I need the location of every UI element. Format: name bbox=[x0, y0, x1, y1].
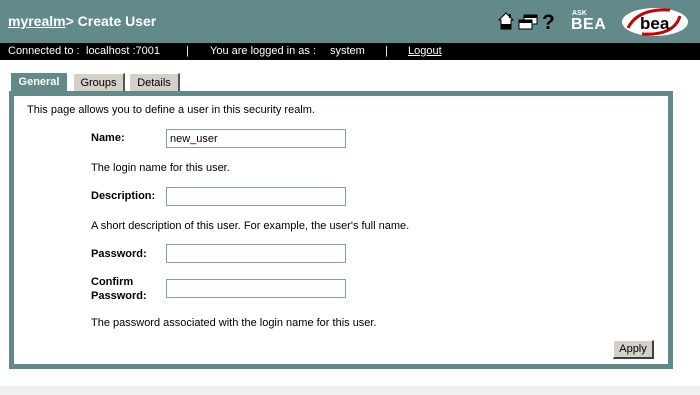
confirm-password-label-line2: Password: bbox=[91, 290, 147, 302]
password-label: Password: bbox=[91, 248, 147, 260]
header-bar: myrealm> Create User ? ASK BEA bea bbox=[0, 0, 700, 43]
tab-general[interactable]: General bbox=[11, 73, 67, 93]
name-label: Name: bbox=[91, 132, 125, 144]
password-help-text: The password associated with the login n… bbox=[91, 317, 377, 329]
logo-text: bea bbox=[640, 14, 670, 33]
status-bar: Connected to : localhost :7001 | You are… bbox=[0, 43, 700, 60]
logged-in-user: system bbox=[330, 45, 365, 57]
page-title: myrealm> Create User bbox=[8, 13, 156, 29]
confirm-password-input[interactable] bbox=[166, 279, 346, 298]
realm-link[interactable]: myrealm bbox=[8, 13, 66, 29]
password-input[interactable] bbox=[166, 244, 346, 263]
tab-details[interactable]: Details bbox=[129, 73, 180, 91]
home-icon[interactable] bbox=[497, 11, 515, 36]
status-separator: | bbox=[385, 45, 388, 57]
name-help-text: The login name for this user. bbox=[91, 162, 230, 174]
intro-text: This page allows you to define a user in… bbox=[27, 104, 315, 116]
page-title-text: > Create User bbox=[65, 13, 157, 29]
ask-bea-link[interactable]: ASK BEA bbox=[570, 10, 610, 34]
apply-button[interactable]: Apply bbox=[613, 340, 654, 359]
help-icon[interactable]: ? bbox=[541, 10, 557, 37]
logout-link[interactable]: Logout bbox=[408, 45, 442, 57]
status-separator: | bbox=[186, 45, 189, 57]
description-label: Description: bbox=[91, 190, 156, 202]
connected-value: localhost :7001 bbox=[86, 45, 160, 57]
svg-text:?: ? bbox=[542, 11, 555, 32]
bea-logo: bea bbox=[618, 6, 690, 38]
windows-icon[interactable] bbox=[518, 14, 538, 35]
bottom-strip bbox=[0, 386, 700, 395]
description-input[interactable] bbox=[166, 187, 346, 206]
logged-in-label: You are logged in as : bbox=[210, 45, 317, 57]
connected-label: Connected to : bbox=[8, 45, 80, 57]
description-help-text: A short description of this user. For ex… bbox=[91, 220, 410, 232]
name-input[interactable] bbox=[166, 129, 346, 148]
confirm-password-label-line1: Confirm bbox=[91, 276, 134, 288]
tab-groups[interactable]: Groups bbox=[73, 73, 125, 91]
bea-label: BEA bbox=[571, 16, 607, 33]
